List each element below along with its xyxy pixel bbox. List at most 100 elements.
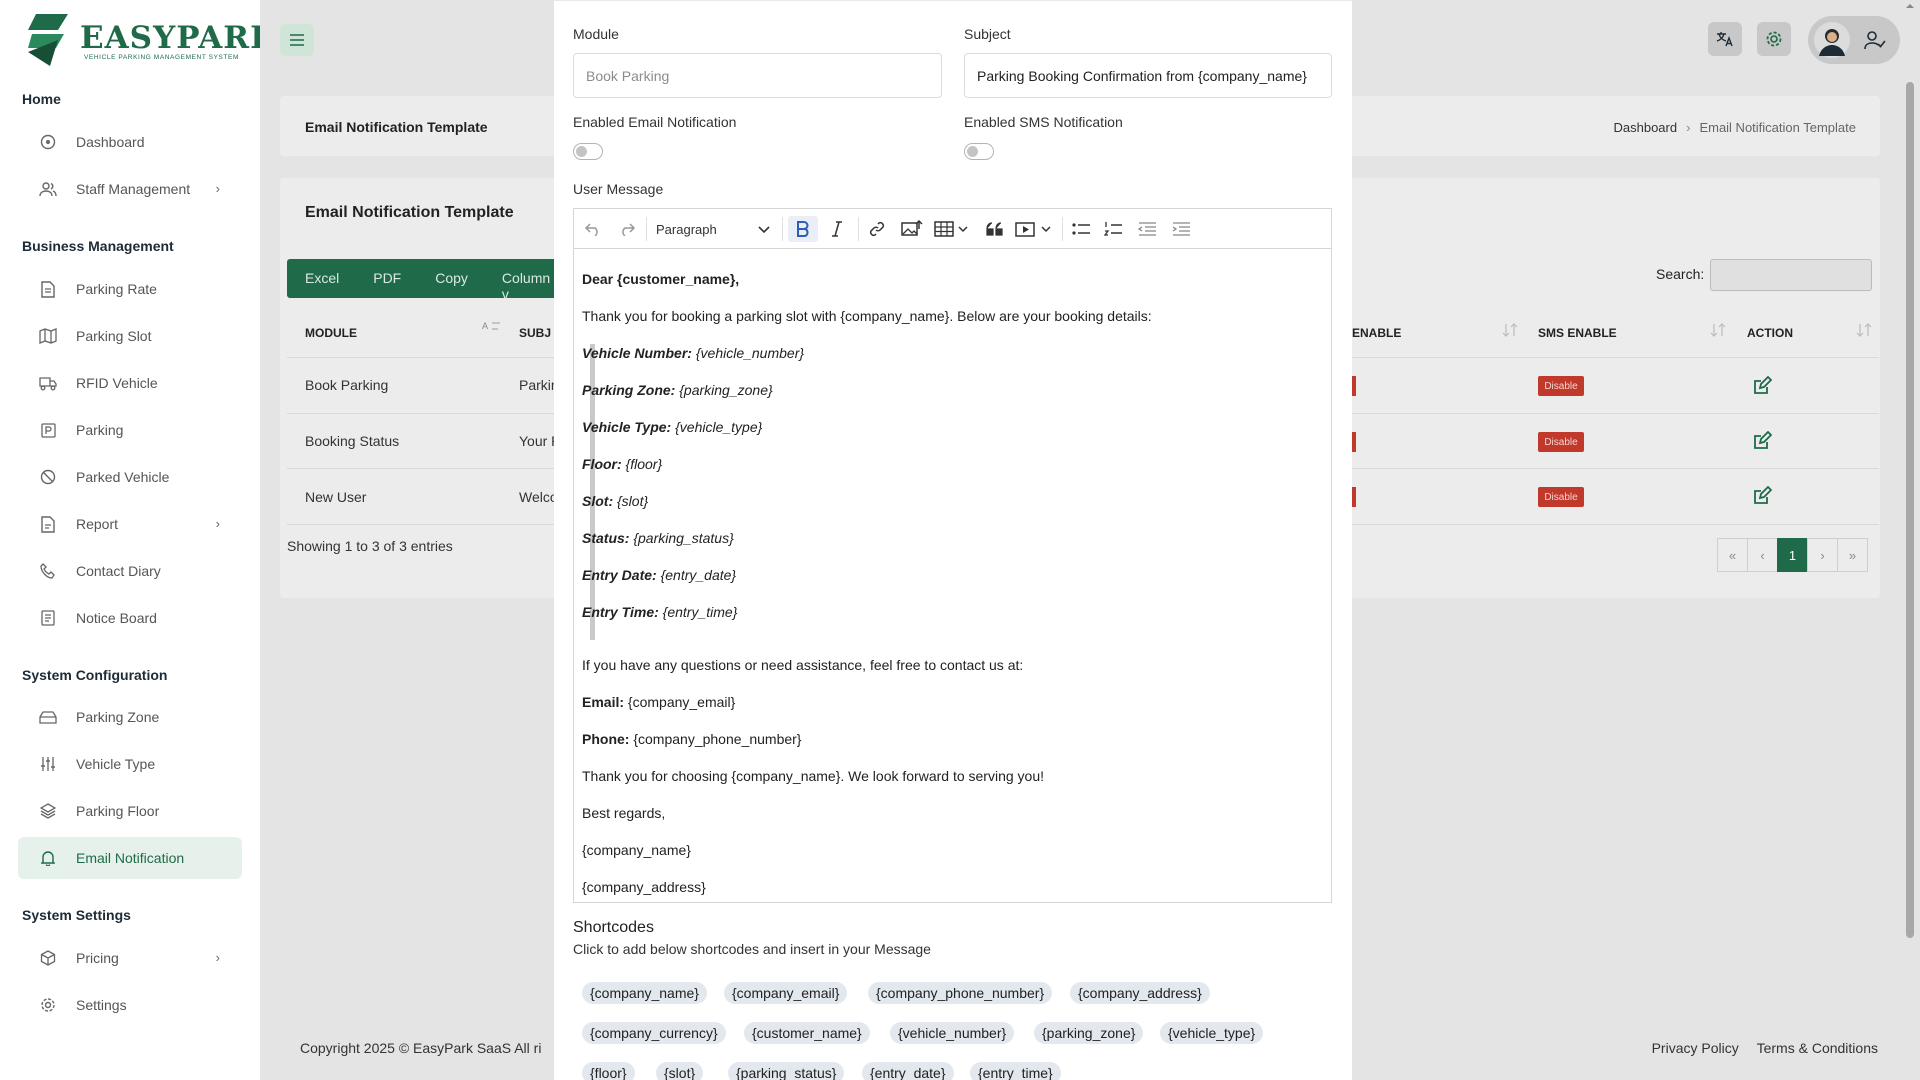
language-button[interactable]: [1708, 22, 1742, 56]
sidebar-item-staff-management[interactable]: Staff Management ›: [18, 168, 242, 210]
shortcode-chip[interactable]: {customer_name}: [744, 1022, 870, 1044]
sidebar-item-parking-slot[interactable]: Parking Slot: [18, 315, 242, 357]
shortcode-chip[interactable]: {floor}: [582, 1062, 635, 1080]
email-toggle-label: Enabled Email Notification: [573, 114, 737, 130]
shortcode-chip[interactable]: {company_phone_number}: [868, 982, 1053, 1004]
brand-name: EASYPARK: [80, 20, 279, 56]
sms-status-badge[interactable]: Disable: [1538, 432, 1584, 452]
shortcode-chip[interactable]: {entry_time}: [970, 1062, 1061, 1080]
edit-icon[interactable]: [1752, 376, 1772, 396]
subject-label: Subject: [964, 26, 1011, 42]
sidebar-item-vehicle-type[interactable]: Vehicle Type: [18, 743, 242, 785]
brand-logo[interactable]: EASYPARK VEHICLE PARKING MANAGEMENT SYST…: [28, 10, 277, 70]
scroll-up-icon[interactable]: [1904, 0, 1916, 12]
sidebar-item-notice-board[interactable]: Notice Board: [18, 597, 242, 639]
column-header-subject[interactable]: SUBJ: [519, 326, 551, 340]
sidebar-item-parking-zone[interactable]: Parking Zone: [18, 696, 242, 738]
sidebar-item-email-notification[interactable]: Email Notification: [18, 837, 242, 879]
sidebar-item-parking-rate[interactable]: Parking Rate: [18, 268, 242, 310]
pagination-next-button[interactable]: ›: [1807, 538, 1838, 572]
sidebar-item-parking-floor[interactable]: Parking Floor: [18, 790, 242, 832]
shortcode-chip[interactable]: {vehicle_type}: [1160, 1022, 1264, 1044]
italic-button[interactable]: [824, 216, 850, 242]
insert-table-button[interactable]: [932, 216, 974, 242]
page-scrollbar[interactable]: [1906, 82, 1914, 938]
insert-image-button[interactable]: [898, 216, 926, 242]
detail-slot: Slot: {slot}: [582, 493, 649, 509]
column-header-action[interactable]: ACTION: [1747, 326, 1793, 340]
breadcrumb-link-dashboard[interactable]: Dashboard: [1613, 120, 1677, 135]
privacy-policy-link[interactable]: Privacy Policy: [1652, 1040, 1739, 1056]
sms-notification-toggle[interactable]: [964, 143, 994, 160]
sidebar-item-settings[interactable]: Settings: [18, 984, 242, 1026]
sms-status-badge[interactable]: Disable: [1538, 487, 1584, 507]
shortcode-chip[interactable]: {entry_date}: [862, 1062, 954, 1080]
shortcode-chip[interactable]: {company_name}: [582, 982, 707, 1004]
sort-icon[interactable]: A: [482, 320, 502, 334]
email-notification-toggle[interactable]: [573, 143, 603, 160]
settings-button[interactable]: [1757, 22, 1791, 56]
toolbar-divider: [858, 217, 859, 241]
shortcode-chip[interactable]: {parking_zone}: [1034, 1022, 1144, 1044]
sort-icon[interactable]: [1502, 322, 1522, 338]
shortcode-chip[interactable]: {slot}: [656, 1062, 704, 1080]
undo-button[interactable]: [580, 216, 606, 242]
export-excel-button[interactable]: Excel: [287, 259, 355, 298]
subject-input[interactable]: Parking Booking Confirmation from {compa…: [964, 53, 1332, 98]
search-input[interactable]: [1710, 259, 1872, 291]
edit-icon[interactable]: [1752, 431, 1772, 451]
message-thanks: Thank you for choosing {company_name}. W…: [582, 768, 1044, 784]
message-sign-name: {company_name}: [582, 842, 691, 858]
indent-button[interactable]: [1168, 216, 1194, 242]
export-copy-button[interactable]: Copy: [417, 259, 484, 298]
sidebar-item-label: Parking Slot: [76, 328, 152, 344]
link-button[interactable]: [864, 216, 890, 242]
shortcode-chip[interactable]: {company_address}: [1070, 982, 1210, 1004]
numbered-list-button[interactable]: [1100, 216, 1126, 242]
sidebar-toggle-button[interactable]: [280, 24, 314, 56]
column-header-module[interactable]: MODULE: [305, 326, 357, 340]
sidebar-item-pricing[interactable]: Pricing ›: [18, 937, 242, 979]
sidebar-item-dashboard[interactable]: Dashboard: [18, 121, 242, 163]
pagination: « ‹ 1 › »: [1717, 538, 1868, 572]
paragraph-select[interactable]: Paragraph: [646, 216, 776, 242]
sidebar-item-parking[interactable]: Parking: [18, 409, 242, 451]
user-menu[interactable]: [1808, 16, 1900, 64]
outdent-button[interactable]: [1134, 216, 1160, 242]
shortcode-chip[interactable]: {company_email}: [724, 982, 848, 1004]
italic-icon: [832, 221, 842, 237]
sort-icon[interactable]: [1710, 322, 1730, 338]
terms-link[interactable]: Terms & Conditions: [1757, 1040, 1878, 1056]
dashboard-icon: [38, 132, 58, 152]
edit-icon[interactable]: [1752, 486, 1772, 506]
message-greeting: Dear {customer_name},: [582, 271, 740, 287]
export-pdf-button[interactable]: PDF: [355, 259, 417, 298]
nav-section-home: Home: [22, 91, 61, 107]
sidebar-item-report[interactable]: Report ›: [18, 503, 242, 545]
module-input[interactable]: Book Parking: [573, 53, 942, 98]
bold-button[interactable]: [788, 216, 818, 242]
sms-status-badge[interactable]: Disable: [1538, 376, 1584, 396]
column-header-email-enable[interactable]: ENABLE: [1352, 326, 1401, 340]
message-questions: If you have any questions or need assist…: [582, 657, 1024, 673]
column-header-sms-enable[interactable]: SMS ENABLE: [1538, 326, 1617, 340]
sort-icon[interactable]: [1856, 322, 1876, 338]
pagination-page-button[interactable]: 1: [1777, 538, 1808, 572]
shortcodes-title: Shortcodes: [573, 919, 654, 936]
sidebar-item-contact-diary[interactable]: Contact Diary: [18, 550, 242, 592]
table-cell-module: New User: [305, 489, 367, 505]
shortcode-chip[interactable]: {parking_status}: [728, 1062, 845, 1080]
pagination-prev-button[interactable]: ‹: [1747, 538, 1778, 572]
table-cell-module: Booking Status: [305, 433, 400, 449]
shortcode-chip[interactable]: {vehicle_number}: [890, 1022, 1015, 1044]
sidebar-item-parked-vehicle[interactable]: Parked Vehicle: [18, 456, 242, 498]
insert-media-button[interactable]: [1014, 216, 1056, 242]
shortcode-chip[interactable]: {company_currency}: [582, 1022, 726, 1044]
sidebar-item-label: Contact Diary: [76, 563, 161, 579]
redo-button[interactable]: [614, 216, 640, 242]
blockquote-button[interactable]: [982, 216, 1008, 242]
pagination-last-button[interactable]: »: [1837, 538, 1868, 572]
pagination-first-button[interactable]: «: [1717, 538, 1748, 572]
bulleted-list-button[interactable]: [1068, 216, 1094, 242]
sidebar-item-rfid-vehicle[interactable]: RFID Vehicle: [18, 362, 242, 404]
